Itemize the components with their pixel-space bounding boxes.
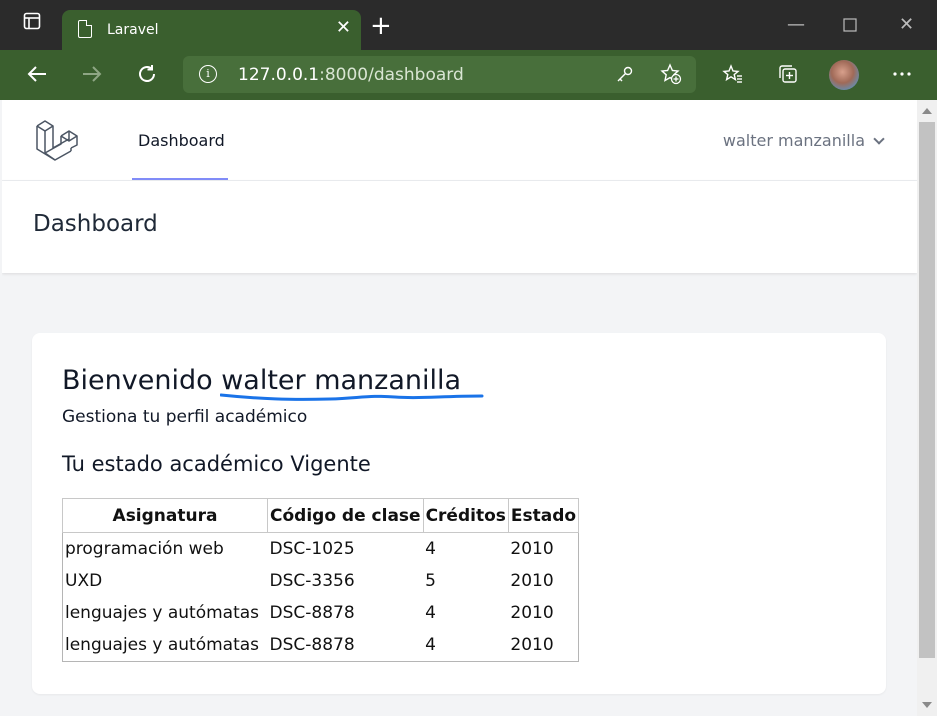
refresh-icon[interactable] (135, 63, 159, 87)
cell-subject: UXD (65, 571, 103, 591)
cell-credits: 4 (425, 603, 436, 623)
grades-table: Asignatura Código de clase Créditos Esta… (62, 498, 580, 662)
profile-avatar[interactable] (829, 60, 859, 90)
cell-status: 2010 (510, 539, 554, 559)
cell-subject: programación web (65, 539, 224, 559)
cell-subject: lenguajes y autómatas (65, 635, 260, 655)
chevron-down-icon (873, 133, 885, 145)
favorite-add-icon[interactable] (660, 63, 682, 90)
more-icon[interactable] (890, 63, 914, 87)
table-row: lenguajes y autómatas DSC-8878 4 2010 (63, 629, 579, 662)
column-header-credits: Créditos (422, 498, 509, 533)
page-title: Dashboard (33, 211, 158, 237)
close-icon[interactable]: ✕ (336, 19, 351, 37)
cell-credits: 4 (425, 635, 436, 655)
scroll-down-arrow-icon[interactable] (922, 702, 932, 708)
close-window-icon[interactable]: ✕ (899, 14, 914, 35)
status-title: Tu estado académico Vigente (62, 452, 371, 476)
cell-class-code: DSC-8878 (269, 635, 355, 655)
column-header-class-code: Código de clase (267, 498, 424, 533)
address-bar[interactable]: i 127.0.0.1:8000/dashboard (183, 56, 696, 93)
minimize-icon[interactable]: — (787, 14, 805, 35)
browser-titlebar: Laravel ✕ + — ✕ (0, 0, 937, 51)
document-icon (78, 20, 92, 38)
url-host: 127.0.0.1 (238, 65, 320, 85)
cell-class-code: DSC-8878 (269, 603, 355, 623)
welcome-prefix: Bienvenido (62, 365, 213, 396)
cell-subject: lenguajes y autómatas (65, 603, 260, 623)
maximize-icon[interactable] (843, 16, 857, 37)
cell-status: 2010 (510, 635, 554, 655)
cell-class-code: DSC-1025 (269, 539, 355, 559)
vertical-scrollbar[interactable] (917, 100, 937, 716)
nav-link-dashboard[interactable]: Dashboard (132, 100, 228, 180)
column-header-status: Estado (507, 498, 580, 533)
cell-credits: 4 (425, 539, 436, 559)
scroll-up-arrow-icon[interactable] (922, 108, 932, 114)
browser-toolbar: i 127.0.0.1:8000/dashboard (0, 50, 937, 100)
url-path: :8000/dashboard (319, 65, 464, 85)
plus-icon[interactable]: + (370, 13, 392, 39)
table-row: lenguajes y autómatas DSC-8878 4 2010 (63, 597, 579, 629)
table-header-row: Asignatura Código de clase Créditos Esta… (62, 498, 580, 533)
handdrawn-underline (220, 393, 484, 401)
nav-link-label: Dashboard (138, 131, 225, 150)
address-url[interactable]: 127.0.0.1:8000/dashboard (238, 65, 464, 85)
browser-tab[interactable]: Laravel ✕ (62, 10, 361, 51)
welcome-subtitle: Gestiona tu perfil académico (62, 407, 308, 427)
page-viewport: Dashboard walter manzanilla Dashboard Bi… (2, 100, 917, 716)
info-icon[interactable]: i (199, 65, 217, 83)
column-header-subject: Asignatura (62, 498, 268, 533)
welcome-card: Bienvenido walter manzanilla Gestiona tu… (32, 333, 886, 694)
forward-arrow-icon[interactable] (80, 63, 104, 87)
table-row: programación web DSC-1025 4 2010 (63, 533, 579, 566)
user-menu-dropdown[interactable]: walter manzanilla (722, 131, 885, 150)
page-header: Dashboard (2, 181, 917, 273)
tab-title: Laravel (107, 22, 159, 38)
favorites-icon[interactable] (721, 63, 745, 87)
collections-icon[interactable] (776, 63, 800, 87)
key-icon[interactable] (616, 65, 634, 87)
cell-status: 2010 (510, 571, 554, 591)
scroll-thumb[interactable] (919, 122, 935, 658)
table-row: UXD DSC-3356 5 2010 (63, 565, 579, 597)
user-menu-name: walter manzanilla (722, 131, 865, 150)
sidebar-toggle-icon[interactable] (19, 8, 45, 34)
laravel-logo-icon[interactable] (35, 118, 85, 168)
back-arrow-icon[interactable] (25, 63, 49, 87)
cell-status: 2010 (510, 603, 554, 623)
cell-credits: 5 (425, 571, 436, 591)
cell-class-code: DSC-3356 (269, 571, 355, 591)
app-navigation: Dashboard walter manzanilla (2, 100, 917, 181)
